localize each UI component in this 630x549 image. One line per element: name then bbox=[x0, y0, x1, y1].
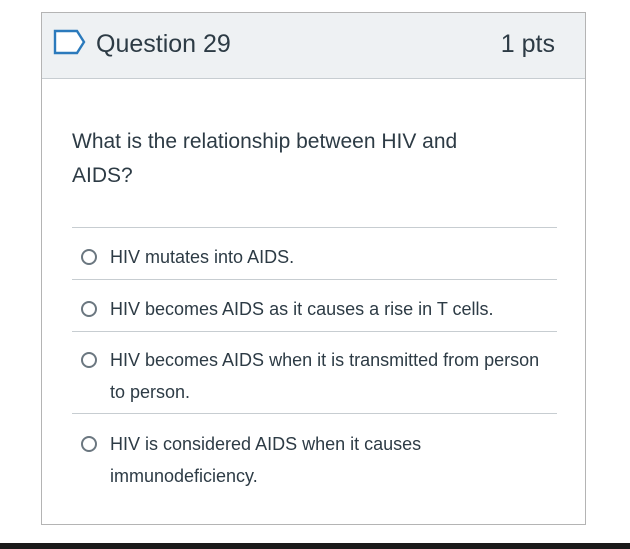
answer-option[interactable]: HIV becomes AIDS as it causes a rise in … bbox=[72, 291, 557, 331]
radio-unselected-icon[interactable] bbox=[81, 436, 97, 452]
question-card: Question 29 1 pts What is the relationsh… bbox=[41, 12, 586, 525]
window-border bbox=[0, 543, 630, 549]
answer-option[interactable]: HIV becomes AIDS when it is transmitted … bbox=[72, 342, 557, 412]
divider bbox=[72, 279, 557, 280]
question-text: What is the relationship between HIV and… bbox=[72, 130, 458, 187]
radio-unselected-icon[interactable] bbox=[81, 249, 97, 265]
answer-label[interactable]: HIV mutates into AIDS. bbox=[110, 241, 550, 273]
divider bbox=[72, 227, 557, 228]
answer-option[interactable]: HIV mutates into AIDS. bbox=[72, 239, 557, 279]
answer-label[interactable]: HIV is considered AIDS when it causes im… bbox=[110, 428, 550, 492]
question-header: Question 29 1 pts bbox=[42, 13, 585, 79]
question-points: 1 pts bbox=[500, 30, 555, 58]
radio-unselected-icon[interactable] bbox=[81, 301, 97, 317]
flag-outline-icon[interactable] bbox=[53, 29, 87, 55]
answer-option[interactable]: HIV is considered AIDS when it causes im… bbox=[72, 426, 557, 496]
answer-label[interactable]: HIV becomes AIDS as it causes a rise in … bbox=[110, 293, 550, 325]
divider bbox=[72, 413, 557, 414]
radio-unselected-icon[interactable] bbox=[81, 352, 97, 368]
divider bbox=[72, 331, 557, 332]
answer-label[interactable]: HIV becomes AIDS when it is transmitted … bbox=[110, 344, 550, 408]
question-title: Question 29 bbox=[96, 30, 231, 58]
